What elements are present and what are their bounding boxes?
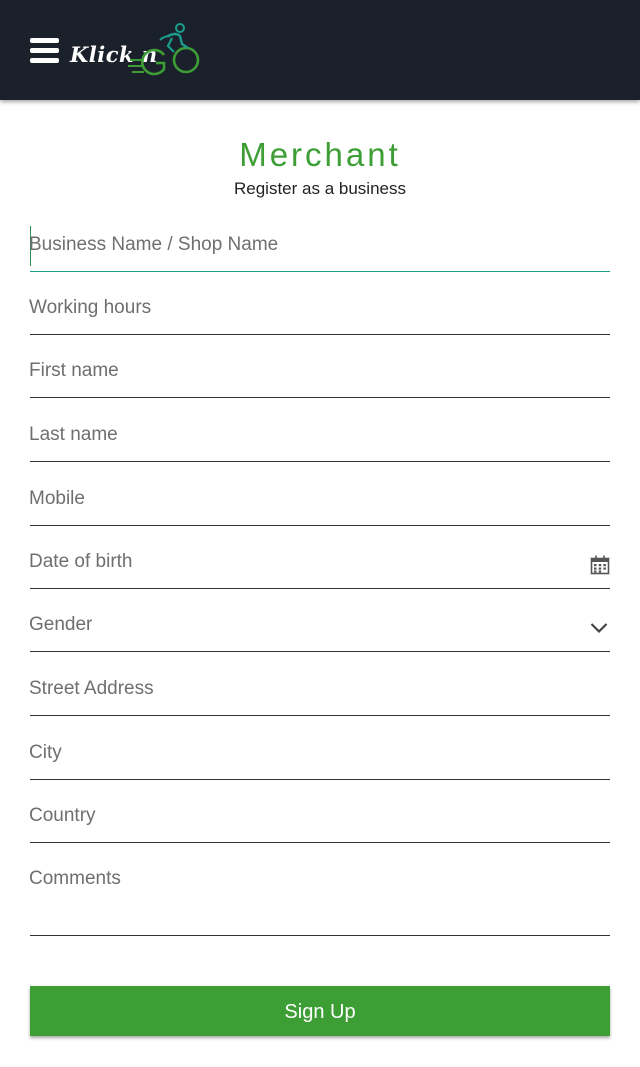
working-hours-input[interactable]: [29, 297, 569, 319]
city-input[interactable]: [29, 742, 569, 764]
working-hours-field[interactable]: [29, 295, 610, 335]
first-name-input[interactable]: [29, 360, 569, 382]
page-subtitle: Register as a business: [234, 179, 406, 198]
calendar-icon[interactable]: [590, 555, 610, 575]
country-field[interactable]: [29, 803, 610, 843]
sign-up-button[interactable]: Sign Up: [30, 986, 610, 1036]
first-name-field[interactable]: [29, 358, 610, 398]
gender-input[interactable]: [29, 614, 569, 636]
last-name-input[interactable]: [29, 424, 569, 446]
mobile-input[interactable]: [29, 488, 569, 510]
business-name-field[interactable]: [29, 226, 610, 272]
gender-select[interactable]: [29, 612, 610, 652]
cyclist-logo-icon: [128, 23, 200, 76]
business-name-input[interactable]: [29, 234, 569, 256]
comments-textarea[interactable]: [29, 868, 569, 928]
last-name-field[interactable]: [29, 422, 610, 462]
hamburger-menu-icon[interactable]: [30, 38, 60, 64]
street-address-input[interactable]: [29, 678, 569, 700]
mobile-field[interactable]: [29, 486, 610, 526]
comments-field[interactable]: [29, 866, 610, 936]
date-of-birth-field[interactable]: [29, 549, 610, 589]
brand-logo[interactable]: Klick n GO: [68, 22, 208, 78]
chevron-down-icon[interactable]: [590, 622, 608, 634]
date-of-birth-input[interactable]: [29, 551, 569, 573]
page-title: Merchant: [239, 136, 401, 173]
city-field[interactable]: [29, 740, 610, 780]
street-address-field[interactable]: [29, 676, 610, 716]
app-header: Klick n GO: [0, 0, 640, 100]
country-input[interactable]: [29, 805, 569, 827]
